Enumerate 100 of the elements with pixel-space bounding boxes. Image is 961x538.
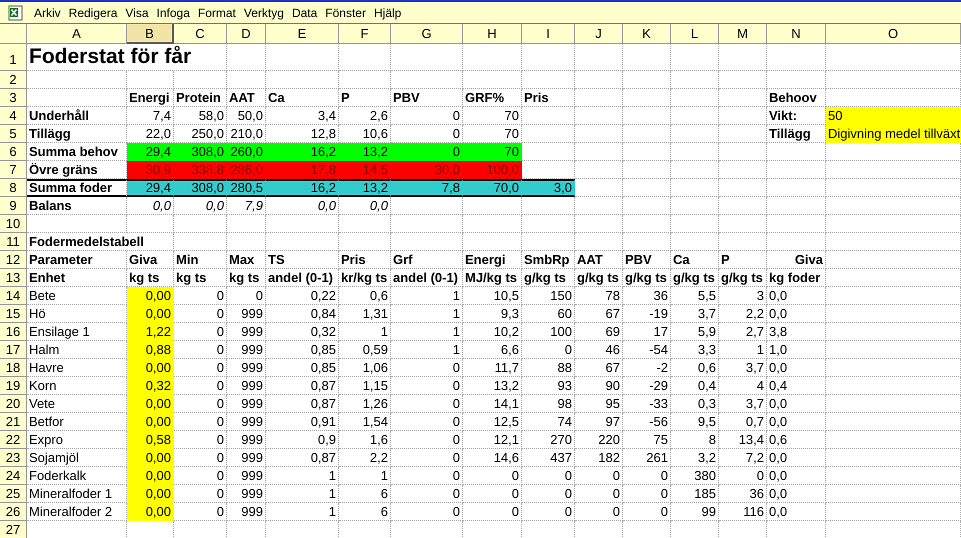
spreadsheet-cell[interactable]: Tillägg (27, 125, 127, 143)
row-header[interactable]: 26 (0, 503, 27, 521)
spreadsheet-cell[interactable]: 16,2 (266, 179, 339, 197)
spreadsheet-cell[interactable]: 2,7 (719, 323, 767, 341)
spreadsheet-cell[interactable]: Underhåll (27, 107, 127, 125)
spreadsheet-cell[interactable]: 0 (391, 431, 463, 449)
spreadsheet-cell[interactable]: Foderstat för får (27, 44, 227, 71)
spreadsheet-cell[interactable]: 2,6 (339, 107, 391, 125)
empty-cell[interactable] (575, 197, 623, 215)
spreadsheet-cell[interactable]: AAT (575, 251, 623, 269)
spreadsheet-cell[interactable]: PBV (623, 251, 671, 269)
empty-cell[interactable] (719, 71, 767, 89)
empty-cell[interactable] (826, 359, 961, 377)
spreadsheet-cell[interactable]: 6,6 (463, 341, 522, 359)
spreadsheet-cell[interactable]: 14,1 (463, 395, 522, 413)
spreadsheet-cell[interactable]: 5,9 (671, 323, 719, 341)
empty-cell[interactable] (826, 269, 961, 287)
spreadsheet-cell[interactable]: 0 (463, 485, 522, 503)
empty-cell[interactable] (623, 161, 671, 179)
spreadsheet-cell[interactable]: g/kg ts (671, 269, 719, 287)
row-header[interactable]: 5 (0, 125, 27, 143)
spreadsheet-cell[interactable]: 0 (174, 449, 227, 467)
empty-cell[interactable] (826, 305, 961, 323)
row-header[interactable]: 2 (0, 71, 27, 89)
column-header[interactable]: A (27, 24, 127, 44)
spreadsheet-cell[interactable]: 0 (174, 359, 227, 377)
row-header[interactable]: 12 (0, 251, 27, 269)
empty-cell[interactable] (671, 125, 719, 143)
row-header[interactable]: 18 (0, 359, 27, 377)
empty-cell[interactable] (767, 215, 826, 233)
spreadsheet-cell[interactable]: 78 (575, 287, 623, 305)
spreadsheet-cell[interactable]: 0,7 (719, 413, 767, 431)
empty-cell[interactable] (826, 215, 961, 233)
empty-cell[interactable] (623, 71, 671, 89)
spreadsheet-cell[interactable]: kr/kg ts (339, 269, 391, 287)
spreadsheet-cell[interactable]: 0,4 (671, 377, 719, 395)
spreadsheet-cell[interactable]: Summa foder (27, 179, 127, 197)
empty-cell[interactable] (522, 71, 575, 89)
spreadsheet-cell[interactable]: 0 (391, 503, 463, 521)
spreadsheet-cell[interactable]: 97 (575, 413, 623, 431)
spreadsheet-cell[interactable]: 999 (227, 377, 266, 395)
empty-cell[interactable] (266, 44, 339, 71)
spreadsheet-cell[interactable]: 0 (174, 305, 227, 323)
spreadsheet-cell[interactable]: 17 (623, 323, 671, 341)
spreadsheet-cell[interactable]: 0 (391, 413, 463, 431)
spreadsheet-cell[interactable]: 0,6 (339, 287, 391, 305)
empty-cell[interactable] (671, 107, 719, 125)
spreadsheet-cell[interactable]: 3,4 (266, 107, 339, 125)
spreadsheet-cell[interactable]: 14,6 (463, 449, 522, 467)
empty-cell[interactable] (463, 233, 522, 251)
spreadsheet-cell[interactable]: 100 (522, 323, 575, 341)
spreadsheet-cell[interactable]: 90 (575, 377, 623, 395)
row-header[interactable]: 7 (0, 161, 27, 179)
spreadsheet-cell[interactable]: 0 (522, 341, 575, 359)
spreadsheet-cell[interactable]: 0,0 (767, 287, 826, 305)
spreadsheet-cell[interactable]: 3 (719, 287, 767, 305)
empty-cell[interactable] (671, 89, 719, 107)
row-header[interactable]: 9 (0, 197, 27, 215)
spreadsheet-cell[interactable]: 0,00 (127, 467, 174, 485)
spreadsheet-cell[interactable]: 220 (575, 431, 623, 449)
spreadsheet-cell[interactable]: 0 (623, 467, 671, 485)
spreadsheet-cell[interactable]: 50 (826, 107, 961, 125)
spreadsheet-cell[interactable]: 67 (575, 359, 623, 377)
empty-cell[interactable] (391, 44, 463, 71)
empty-cell[interactable] (575, 161, 623, 179)
empty-cell[interactable] (623, 107, 671, 125)
empty-cell[interactable] (522, 233, 575, 251)
spreadsheet-cell[interactable]: 0 (522, 503, 575, 521)
spreadsheet-cell[interactable]: 1 (719, 341, 767, 359)
column-header[interactable]: N (767, 24, 826, 44)
spreadsheet-cell[interactable]: 280,5 (227, 179, 266, 197)
empty-cell[interactable] (767, 44, 826, 71)
spreadsheet-cell[interactable]: 0,9 (266, 431, 339, 449)
spreadsheet-cell[interactable]: 12,5 (463, 413, 522, 431)
empty-cell[interactable] (826, 44, 961, 71)
spreadsheet-cell[interactable]: Protein (174, 89, 227, 107)
row-header[interactable]: 14 (0, 287, 27, 305)
spreadsheet-cell[interactable]: 185 (671, 485, 719, 503)
column-header[interactable]: E (266, 24, 339, 44)
row-header[interactable]: 4 (0, 107, 27, 125)
empty-cell[interactable] (671, 161, 719, 179)
spreadsheet-cell[interactable]: 36 (623, 287, 671, 305)
empty-cell[interactable] (463, 44, 522, 71)
spreadsheet-cell[interactable]: 13,2 (339, 179, 391, 197)
spreadsheet-cell[interactable]: P (719, 251, 767, 269)
menu-item[interactable]: Hjälp (374, 4, 402, 20)
empty-cell[interactable] (522, 44, 575, 71)
empty-cell[interactable] (623, 233, 671, 251)
spreadsheet-cell[interactable]: 2,2 (719, 305, 767, 323)
spreadsheet-cell[interactable]: 0,0 (767, 467, 826, 485)
spreadsheet-cell[interactable]: 0,0 (767, 305, 826, 323)
spreadsheet-cell[interactable]: 0,0 (767, 485, 826, 503)
spreadsheet-cell[interactable]: Energi (463, 251, 522, 269)
spreadsheet-icon[interactable] (8, 4, 24, 20)
spreadsheet-cell[interactable]: 1 (339, 323, 391, 341)
spreadsheet-cell[interactable]: 0,00 (127, 485, 174, 503)
spreadsheet-cell[interactable]: 0 (174, 341, 227, 359)
spreadsheet-cell[interactable]: 0,87 (266, 449, 339, 467)
empty-cell[interactable] (719, 143, 767, 161)
spreadsheet-cell[interactable]: 308,0 (174, 179, 227, 197)
